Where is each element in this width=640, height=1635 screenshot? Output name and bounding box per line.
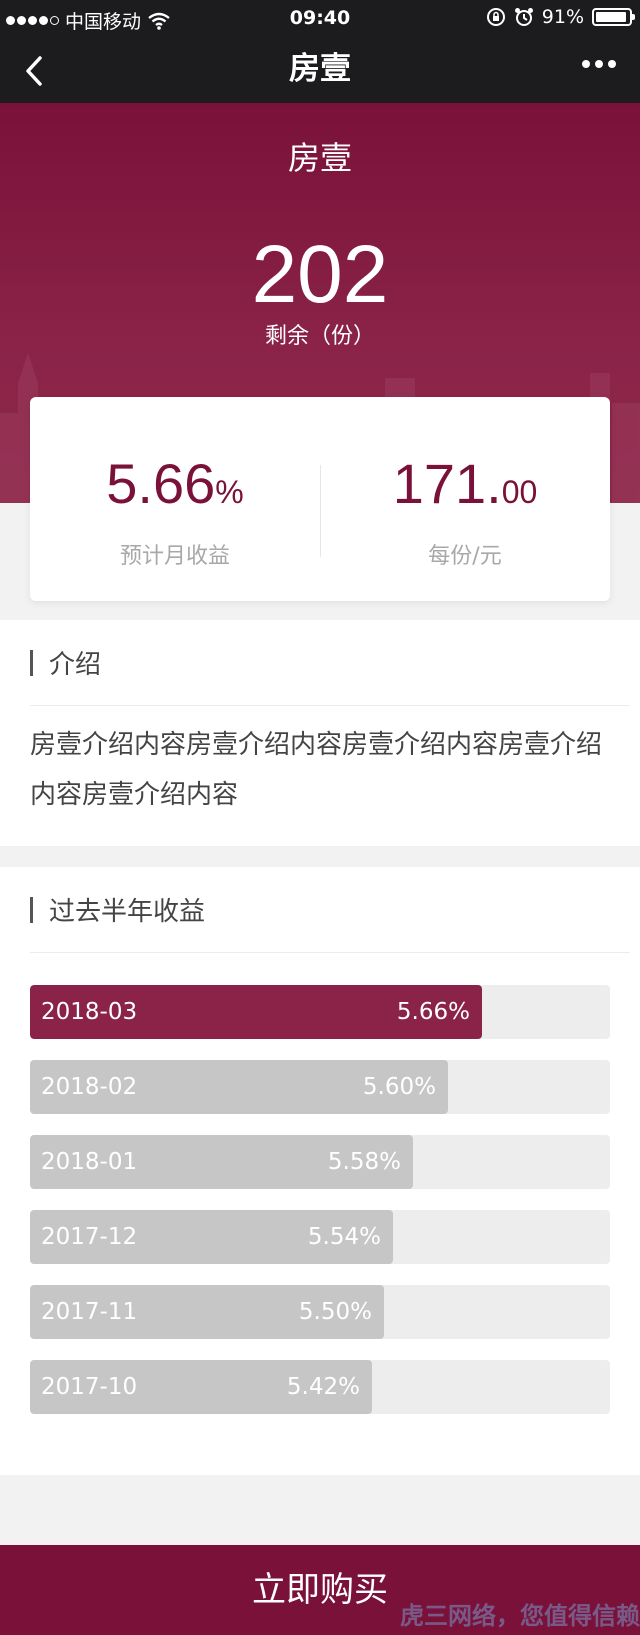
price-label: 每份/元 (428, 544, 502, 569)
heading-accent-bar (30, 649, 33, 676)
income-row: 2017-12 5.54% (30, 1210, 610, 1264)
intro-heading-text: 介绍 (49, 650, 102, 680)
price-value: 171.00 (320, 452, 610, 524)
income-row: 2018-02 5.60% (30, 1060, 610, 1114)
intro-text: 房壹介绍内容房壹介绍内容房壹介绍内容房壹介绍内容房壹介绍内容 (30, 730, 603, 810)
nav-title: 房壹 (289, 51, 351, 87)
income-heading: 过去半年收益 (30, 867, 630, 953)
monthly-yield-unit: % (215, 474, 244, 510)
income-row-rate: 5.58% (327, 1149, 401, 1175)
status-bar: 中国移动 09:40 91% (0, 0, 640, 38)
lock-rotation-icon (486, 8, 505, 26)
price-integer: 171. (392, 452, 502, 515)
income-row-date: 2017-12 (41, 1224, 138, 1250)
income-row: 2018-01 5.58% (30, 1135, 610, 1189)
monthly-yield-value: 5.66% (30, 452, 320, 524)
monthly-yield-label: 预计月收益 (119, 544, 230, 569)
monthly-yield-stat: 5.66% 预计月收益 (30, 452, 320, 570)
heading-accent-bar (30, 896, 33, 923)
intro-heading: 介绍 (30, 620, 630, 706)
price-decimal: 00 (501, 474, 538, 510)
income-row-rate: 5.60% (362, 1074, 436, 1100)
price-stat: 171.00 每份/元 (320, 452, 610, 570)
alarm-icon (514, 8, 533, 26)
nav-bar: 房壹 (0, 38, 640, 103)
status-right: 91% (486, 6, 635, 28)
income-row-date: 2017-11 (41, 1299, 138, 1325)
income-row-rate: 5.54% (307, 1224, 381, 1250)
income-row-date: 2018-03 (41, 999, 138, 1025)
income-row-date: 2018-01 (41, 1149, 138, 1175)
stats-card: 5.66% 预计月收益 171.00 每份/元 (30, 397, 610, 601)
hero-product-name: 房壹 (287, 139, 352, 177)
income-row: 2017-11 5.50% (30, 1285, 610, 1339)
income-row-rate: 5.50% (298, 1299, 372, 1325)
income-heading-text: 过去半年收益 (49, 897, 206, 927)
income-section: 过去半年收益 2018-03 5.66% 2018-02 5.60% 2018-01 5.… (0, 867, 640, 1475)
income-row-rate: 5.42% (286, 1374, 360, 1400)
watermark: 虎三网络，您值得信赖 (400, 1602, 640, 1630)
battery-percent: 91% (541, 6, 584, 28)
battery-icon (592, 8, 635, 26)
income-row-date: 2018-02 (41, 1074, 138, 1100)
remaining-count: 202 (251, 229, 389, 320)
income-row-rate: 5.66% (396, 999, 470, 1025)
income-row-date: 2017-10 (41, 1374, 138, 1400)
more-dots-icon[interactable] (582, 60, 616, 68)
intro-section: 介绍 房壹介绍内容房壹介绍内容房壹介绍内容房壹介绍内容房壹介绍内容 (0, 620, 640, 846)
income-row: 2018-03 5.66% (30, 985, 610, 1039)
remaining-label: 剩余（份） (264, 324, 375, 349)
monthly-yield-number: 5.66 (106, 452, 216, 515)
income-row: 2017-10 5.42% (30, 1360, 610, 1414)
